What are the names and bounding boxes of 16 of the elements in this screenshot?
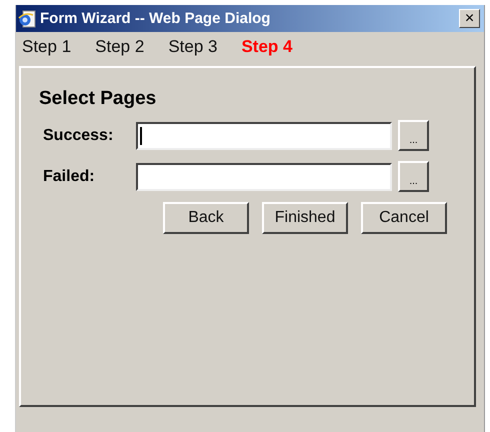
browser-page-icon bbox=[18, 10, 36, 28]
input-field[interactable] bbox=[136, 122, 392, 150]
wizard-step[interactable]: Step 2 bbox=[95, 37, 144, 57]
section-heading: Select Pages bbox=[39, 88, 158, 110]
wizard-step[interactable]: Step 1 bbox=[22, 37, 72, 57]
browse-button[interactable]: ... bbox=[398, 161, 429, 192]
dialog-button[interactable]: Back bbox=[163, 202, 249, 234]
dialog-button[interactable]: Finished bbox=[262, 202, 348, 234]
wizard-step[interactable]: Step 3 bbox=[168, 37, 218, 57]
input-field[interactable] bbox=[136, 162, 392, 190]
dialog-button[interactable]: Cancel bbox=[361, 202, 447, 234]
browse-button[interactable]: ... bbox=[398, 120, 429, 151]
field-label: Failed: bbox=[42, 168, 96, 186]
window-title: Form Wizard -- Web Page Dialog bbox=[40, 10, 272, 27]
close-button[interactable]: × bbox=[459, 9, 480, 28]
field-label: Success: bbox=[42, 126, 114, 144]
